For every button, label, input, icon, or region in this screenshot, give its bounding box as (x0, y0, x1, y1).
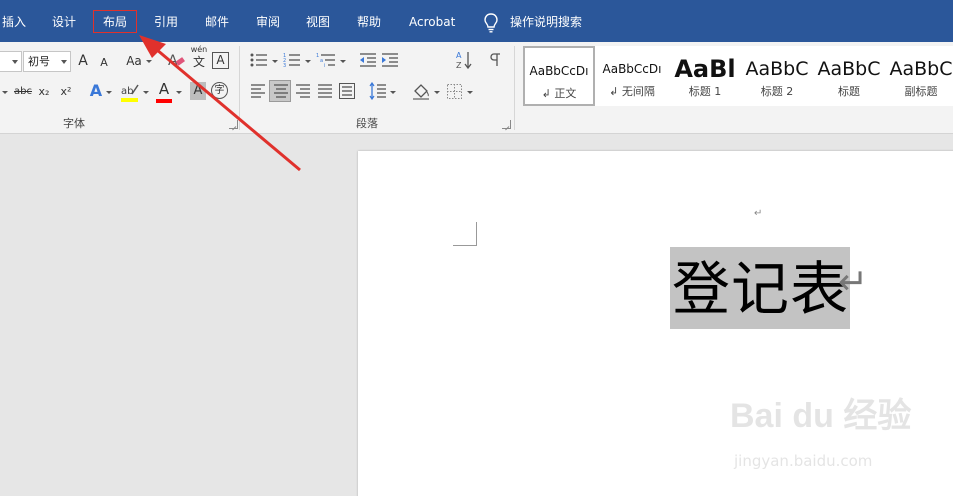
document-title-text[interactable]: 登记表 (672, 255, 849, 323)
highlight-dropdown-icon[interactable] (143, 91, 149, 94)
ribbon: 初号 A A Aa A wén 文 A abc x₂ x² A ab A A 字… (0, 42, 953, 134)
style-heading-1[interactable]: AaBl 标题 1 (669, 46, 741, 106)
tab-review[interactable]: 审阅 (256, 0, 280, 42)
svg-text:i: i (324, 63, 325, 68)
character-border-button[interactable]: A (212, 52, 229, 69)
justify-icon[interactable] (317, 84, 333, 98)
bullets-dropdown-icon[interactable] (272, 60, 278, 63)
bullets-icon[interactable] (250, 52, 268, 68)
svg-text:a: a (320, 58, 323, 64)
style-name: 标题 (838, 85, 860, 98)
svg-text:1: 1 (316, 53, 319, 59)
watermark-site: jingyan.baidu.com (734, 452, 873, 470)
align-center-button[interactable] (269, 80, 291, 102)
style-heading-2[interactable]: AaBbC 标题 2 (741, 46, 813, 106)
multilevel-list-icon[interactable]: 1ai (316, 52, 336, 68)
paragraph-dialog-launcher[interactable] (502, 120, 511, 129)
show-formatting-marks-icon[interactable] (488, 52, 502, 68)
style-name: ↲ 正文 (541, 87, 577, 100)
style-sample: AaBbC (817, 58, 881, 80)
style-sample: AaBl (674, 55, 736, 83)
decrease-indent-icon[interactable] (359, 52, 377, 68)
paragraph-mark: ↵ (754, 208, 763, 219)
style-sample: AaBbC (745, 58, 809, 80)
highlighter-icon[interactable]: ab (120, 82, 140, 104)
tab-references[interactable]: 引用 (154, 0, 178, 42)
style-name: 副标题 (904, 85, 938, 98)
change-case-button[interactable]: Aa (124, 51, 144, 71)
lightbulb-icon (484, 13, 498, 33)
font-color-button[interactable]: A (156, 79, 172, 99)
text-effects-dropdown-icon[interactable] (106, 91, 112, 94)
sort-icon[interactable]: AZ (456, 50, 472, 70)
shading-bucket-icon[interactable] (412, 82, 430, 100)
clear-formatting-icon[interactable]: A (167, 51, 185, 69)
font-size-value: 初号 (28, 55, 50, 68)
font-color-swatch (156, 99, 172, 103)
align-center-icon (274, 84, 288, 98)
numbering-dropdown-icon[interactable] (305, 60, 311, 63)
style-name: 标题 2 (760, 85, 794, 98)
style-sample: AaBbCcDı (602, 62, 662, 76)
ribbon-tab-bar: 插入 设计 布局 引用 邮件 审阅 视图 帮助 Acrobat 操作说明搜索 (0, 0, 953, 42)
font-name-combo[interactable] (0, 51, 22, 72)
font-size-combo[interactable]: 初号 (23, 51, 71, 72)
subscript-button[interactable]: x₂ (36, 82, 52, 102)
tab-view[interactable]: 视图 (306, 0, 330, 42)
svg-text:3: 3 (283, 63, 286, 68)
styles-gallery: AaBbCcDı ↲ 正文 AaBbCcDı ↲ 无间隔 AaBl 标题 1 A… (523, 46, 953, 106)
superscript-button[interactable]: x² (58, 82, 74, 102)
style-sample: AaBbCcDı (529, 64, 589, 78)
font-dialog-launcher[interactable] (229, 120, 238, 129)
svg-text:ab: ab (121, 86, 133, 97)
watermark-logo: Bai du 经验 (730, 397, 912, 435)
style-title[interactable]: AaBbC 标题 (813, 46, 885, 106)
style-no-spacing[interactable]: AaBbCcDı ↲ 无间隔 (596, 46, 668, 106)
tab-insert[interactable]: 插入 (2, 0, 26, 42)
style-subtitle[interactable]: AaBbC 副标题 (885, 46, 953, 106)
phonetic-guide-button[interactable]: 文 (190, 55, 208, 75)
align-right-icon[interactable] (295, 84, 311, 98)
row2-dropdown-icon[interactable] (2, 91, 8, 94)
tab-acrobat[interactable]: Acrobat (409, 0, 455, 42)
borders-dropdown-icon[interactable] (467, 91, 473, 94)
style-normal[interactable]: AaBbCcDı ↲ 正文 (523, 46, 595, 106)
multilevel-dropdown-icon[interactable] (340, 60, 346, 63)
change-case-dropdown-icon[interactable] (146, 60, 152, 63)
paragraph-group-label: 段落 (356, 117, 378, 130)
line-spacing-dropdown-icon[interactable] (390, 91, 396, 94)
svg-text:A: A (456, 51, 462, 60)
shrink-font-button[interactable]: A (98, 53, 110, 73)
grow-font-button[interactable]: A (76, 51, 90, 71)
style-name: 标题 1 (688, 85, 722, 98)
baidu-jingyan-watermark: Bai du 经验 jingyan.baidu.com (730, 388, 930, 470)
tell-me-search[interactable]: 操作说明搜索 (510, 0, 582, 42)
character-shading-button[interactable]: A (190, 82, 206, 100)
distributed-icon[interactable] (339, 83, 355, 99)
text-effects-button[interactable]: A (88, 81, 104, 101)
font-color-dropdown-icon[interactable] (176, 91, 182, 94)
margin-corner-mark (453, 222, 477, 246)
svg-text:A: A (168, 53, 178, 69)
tab-design[interactable]: 设计 (52, 0, 76, 42)
tab-mailings[interactable]: 邮件 (205, 0, 229, 42)
align-left-icon[interactable] (250, 84, 266, 98)
strikethrough-button[interactable]: abc (12, 82, 34, 102)
title-paragraph-mark: ↵ (838, 262, 869, 303)
shading-dropdown-icon[interactable] (434, 91, 440, 94)
enclose-characters-button[interactable]: 字 (211, 82, 228, 99)
font-group-label: 字体 (63, 117, 85, 130)
borders-icon[interactable] (447, 84, 462, 99)
numbering-icon[interactable]: 123 (283, 52, 301, 68)
line-spacing-icon[interactable] (369, 82, 387, 100)
style-name: ↲ 无间隔 (609, 85, 655, 98)
increase-indent-icon[interactable] (381, 52, 399, 68)
svg-text:Z: Z (456, 61, 462, 70)
layout-tab-highlight-box (93, 10, 137, 33)
group-separator (514, 46, 515, 130)
tab-help[interactable]: 帮助 (357, 0, 381, 42)
group-separator (239, 46, 240, 130)
style-sample: AaBbC (889, 58, 953, 80)
